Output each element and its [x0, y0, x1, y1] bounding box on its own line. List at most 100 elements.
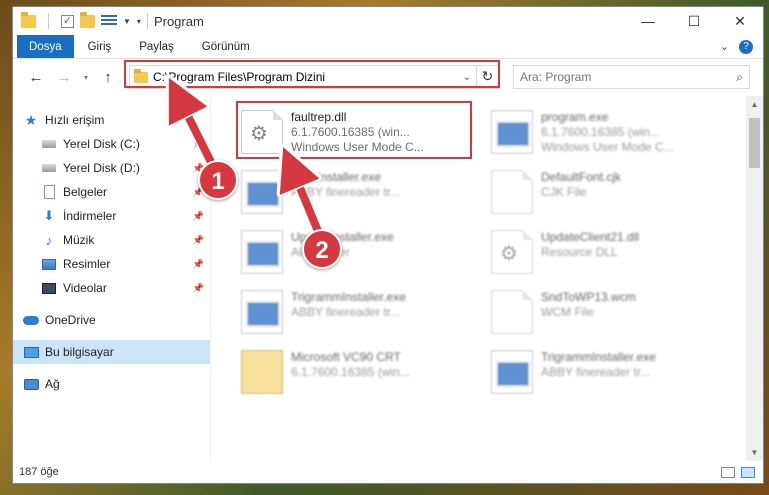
recent-locations-icon[interactable]: ▾ [79, 73, 93, 82]
search-input[interactable]: Ara: Program ⌕ [513, 65, 750, 89]
address-path[interactable]: C:\Program Files\Program Dizini [153, 70, 325, 84]
expand-ribbon-icon[interactable]: ⌄ [720, 40, 729, 53]
up-icon[interactable]: ↑ [95, 69, 121, 86]
file-description: ABBY finereader tr... [291, 185, 401, 199]
file-item[interactable]: TrigrammInstaller.exe ABBY finereader tr… [241, 286, 491, 346]
sidebar-item-label: Yerel Disk (C:) [63, 137, 140, 151]
sidebar-item-label: OneDrive [45, 313, 96, 327]
file-item[interactable]: UpdateInstaller.exe All Installer [241, 226, 491, 286]
file-item[interactable]: MsmInstaller.exe ABBY finereader tr... [241, 166, 491, 226]
scroll-down-icon[interactable]: ▼ [746, 444, 763, 461]
scroll-up-icon[interactable]: ▲ [746, 96, 763, 113]
cloud-icon [23, 313, 39, 327]
file-name: TrigrammInstaller.exe [291, 290, 406, 304]
sidebar-item-quick-access[interactable]: ★ Hızlı erişim [13, 108, 210, 132]
window-title: Program [153, 13, 204, 29]
gear-file-icon [491, 230, 533, 274]
archive-icon [241, 350, 283, 394]
file-name: SndToWP13.wcm [541, 290, 636, 304]
star-icon: ★ [24, 111, 38, 128]
new-folder-icon[interactable] [80, 11, 95, 28]
customize-toolbar-icon[interactable]: ▾ [137, 17, 141, 26]
tab-home[interactable]: Giriş [74, 35, 126, 58]
pin-icon[interactable]: 📌 [193, 139, 204, 150]
gear-file-icon [241, 110, 283, 154]
title-bar: ✓ ▼ ▾ Program — ☐ ✕ [13, 7, 763, 35]
document-icon [41, 185, 57, 199]
file-name: UpdateClient21.dll [541, 230, 640, 244]
address-dropdown-icon[interactable]: ⌄ [458, 72, 476, 83]
close-button[interactable]: ✕ [717, 7, 763, 35]
pin-icon[interactable]: 📌 [193, 211, 204, 222]
music-icon: ♪ [45, 232, 53, 248]
back-icon[interactable]: ← [23, 69, 49, 86]
sidebar-item-music[interactable]: ♪ Müzik 📌 [13, 228, 210, 252]
file-name: program.exe [541, 110, 609, 124]
tab-file[interactable]: Dosya [17, 35, 74, 58]
file-item[interactable]: SndToWP13.wcm WCM File [491, 286, 741, 346]
view-switcher [721, 466, 763, 478]
step-badge-2: 2 [302, 229, 342, 269]
file-name: DefaultFont.cjk [541, 170, 622, 184]
file-description: ABBY finereader tr... [541, 365, 651, 379]
sidebar-item-disk-c[interactable]: Yerel Disk (C:) 📌 [13, 132, 210, 156]
main-area: ★ Hızlı erişim Yerel Disk (C:) 📌 Yerel D… [13, 96, 763, 461]
properties-icon[interactable] [101, 15, 117, 27]
search-icon[interactable]: ⌕ [736, 70, 743, 85]
sidebar-item-documents[interactable]: Belgeler 📌 [13, 180, 210, 204]
tab-view[interactable]: Görünüm [188, 35, 264, 58]
sidebar-item-label: Bu bilgisayar [45, 345, 114, 359]
sidebar-item-pictures[interactable]: Resimler 📌 [13, 252, 210, 276]
file-item[interactable]: Microsoft VC90 CRT 6.1.7600.16385 (win..… [241, 346, 491, 406]
address-bar[interactable]: C:\Program Files\Program Dizini ⌄ ↻ [129, 65, 499, 89]
window-controls: — ☐ ✕ [625, 7, 763, 35]
close-icon: ✕ [734, 12, 746, 29]
file-name: MsmInstaller.exe [291, 170, 382, 184]
sidebar-item-this-pc[interactable]: Bu bilgisayar [13, 340, 210, 364]
forward-icon[interactable]: → [51, 69, 77, 86]
properties-check-icon[interactable]: ✓ [61, 14, 74, 28]
tiles-view-icon[interactable] [741, 466, 755, 478]
network-icon [23, 377, 39, 391]
sidebar-item-onedrive[interactable]: OneDrive [13, 308, 210, 332]
folder-icon[interactable] [21, 11, 36, 28]
divider [48, 13, 49, 29]
disk-icon [41, 137, 57, 151]
file-name: faultrep.dll [291, 110, 347, 124]
pictures-icon [41, 257, 57, 271]
sidebar-item-network[interactable]: Ağ [13, 372, 210, 396]
sidebar-item-disk-d[interactable]: Yerel Disk (D:) 📌 [13, 156, 210, 180]
sidebar-item-videos[interactable]: Videolar 📌 [13, 276, 210, 300]
sidebar-item-label: Resimler [63, 257, 111, 271]
app-icon [491, 350, 533, 394]
file-description: Windows User Mode C... [541, 140, 674, 154]
maximize-button[interactable]: ☐ [671, 7, 717, 35]
disk-icon [41, 161, 57, 175]
file-item[interactable]: UpdateClient21.dll Resource DLL [491, 226, 741, 286]
sidebar-item-downloads[interactable]: ⬇ İndirmeler 📌 [13, 204, 210, 228]
file-version: 6.1.7600.16385 (win... [541, 125, 660, 139]
pin-icon[interactable]: 📌 [193, 259, 204, 270]
file-name: TrigrammInstaller.exe [541, 350, 656, 364]
minimize-button[interactable]: — [625, 7, 671, 35]
vertical-scrollbar[interactable]: ▲ ▼ [746, 96, 763, 461]
video-icon [41, 281, 57, 295]
file-item[interactable]: TrigrammInstaller.exe ABBY finereader tr… [491, 346, 741, 406]
pin-icon[interactable]: 📌 [193, 235, 204, 246]
help-icon[interactable]: ? [739, 39, 753, 54]
file-item[interactable]: program.exe 6.1.7600.16385 (win... Windo… [491, 106, 741, 166]
file-item-faultrep[interactable]: faultrep.dll 6.1.7600.16385 (win... Wind… [241, 106, 491, 166]
file-description: WCM File [541, 305, 594, 319]
pin-icon[interactable]: 📌 [193, 283, 204, 294]
details-view-icon[interactable] [721, 466, 735, 478]
file-name: Microsoft VC90 CRT [291, 350, 401, 364]
refresh-icon[interactable]: ↻ [476, 65, 498, 89]
sidebar-item-label: Müzik [63, 233, 95, 247]
step-badge-1: 1 [198, 160, 238, 200]
scroll-thumb[interactable] [749, 118, 760, 168]
divider [146, 13, 148, 29]
tab-share[interactable]: Paylaş [125, 35, 188, 58]
file-item[interactable]: DefaultFont.cjk CJK File [491, 166, 741, 226]
quick-access-toolbar: ✓ ▼ ▾ [21, 11, 141, 29]
chevron-down-icon[interactable]: ▼ [123, 17, 131, 26]
